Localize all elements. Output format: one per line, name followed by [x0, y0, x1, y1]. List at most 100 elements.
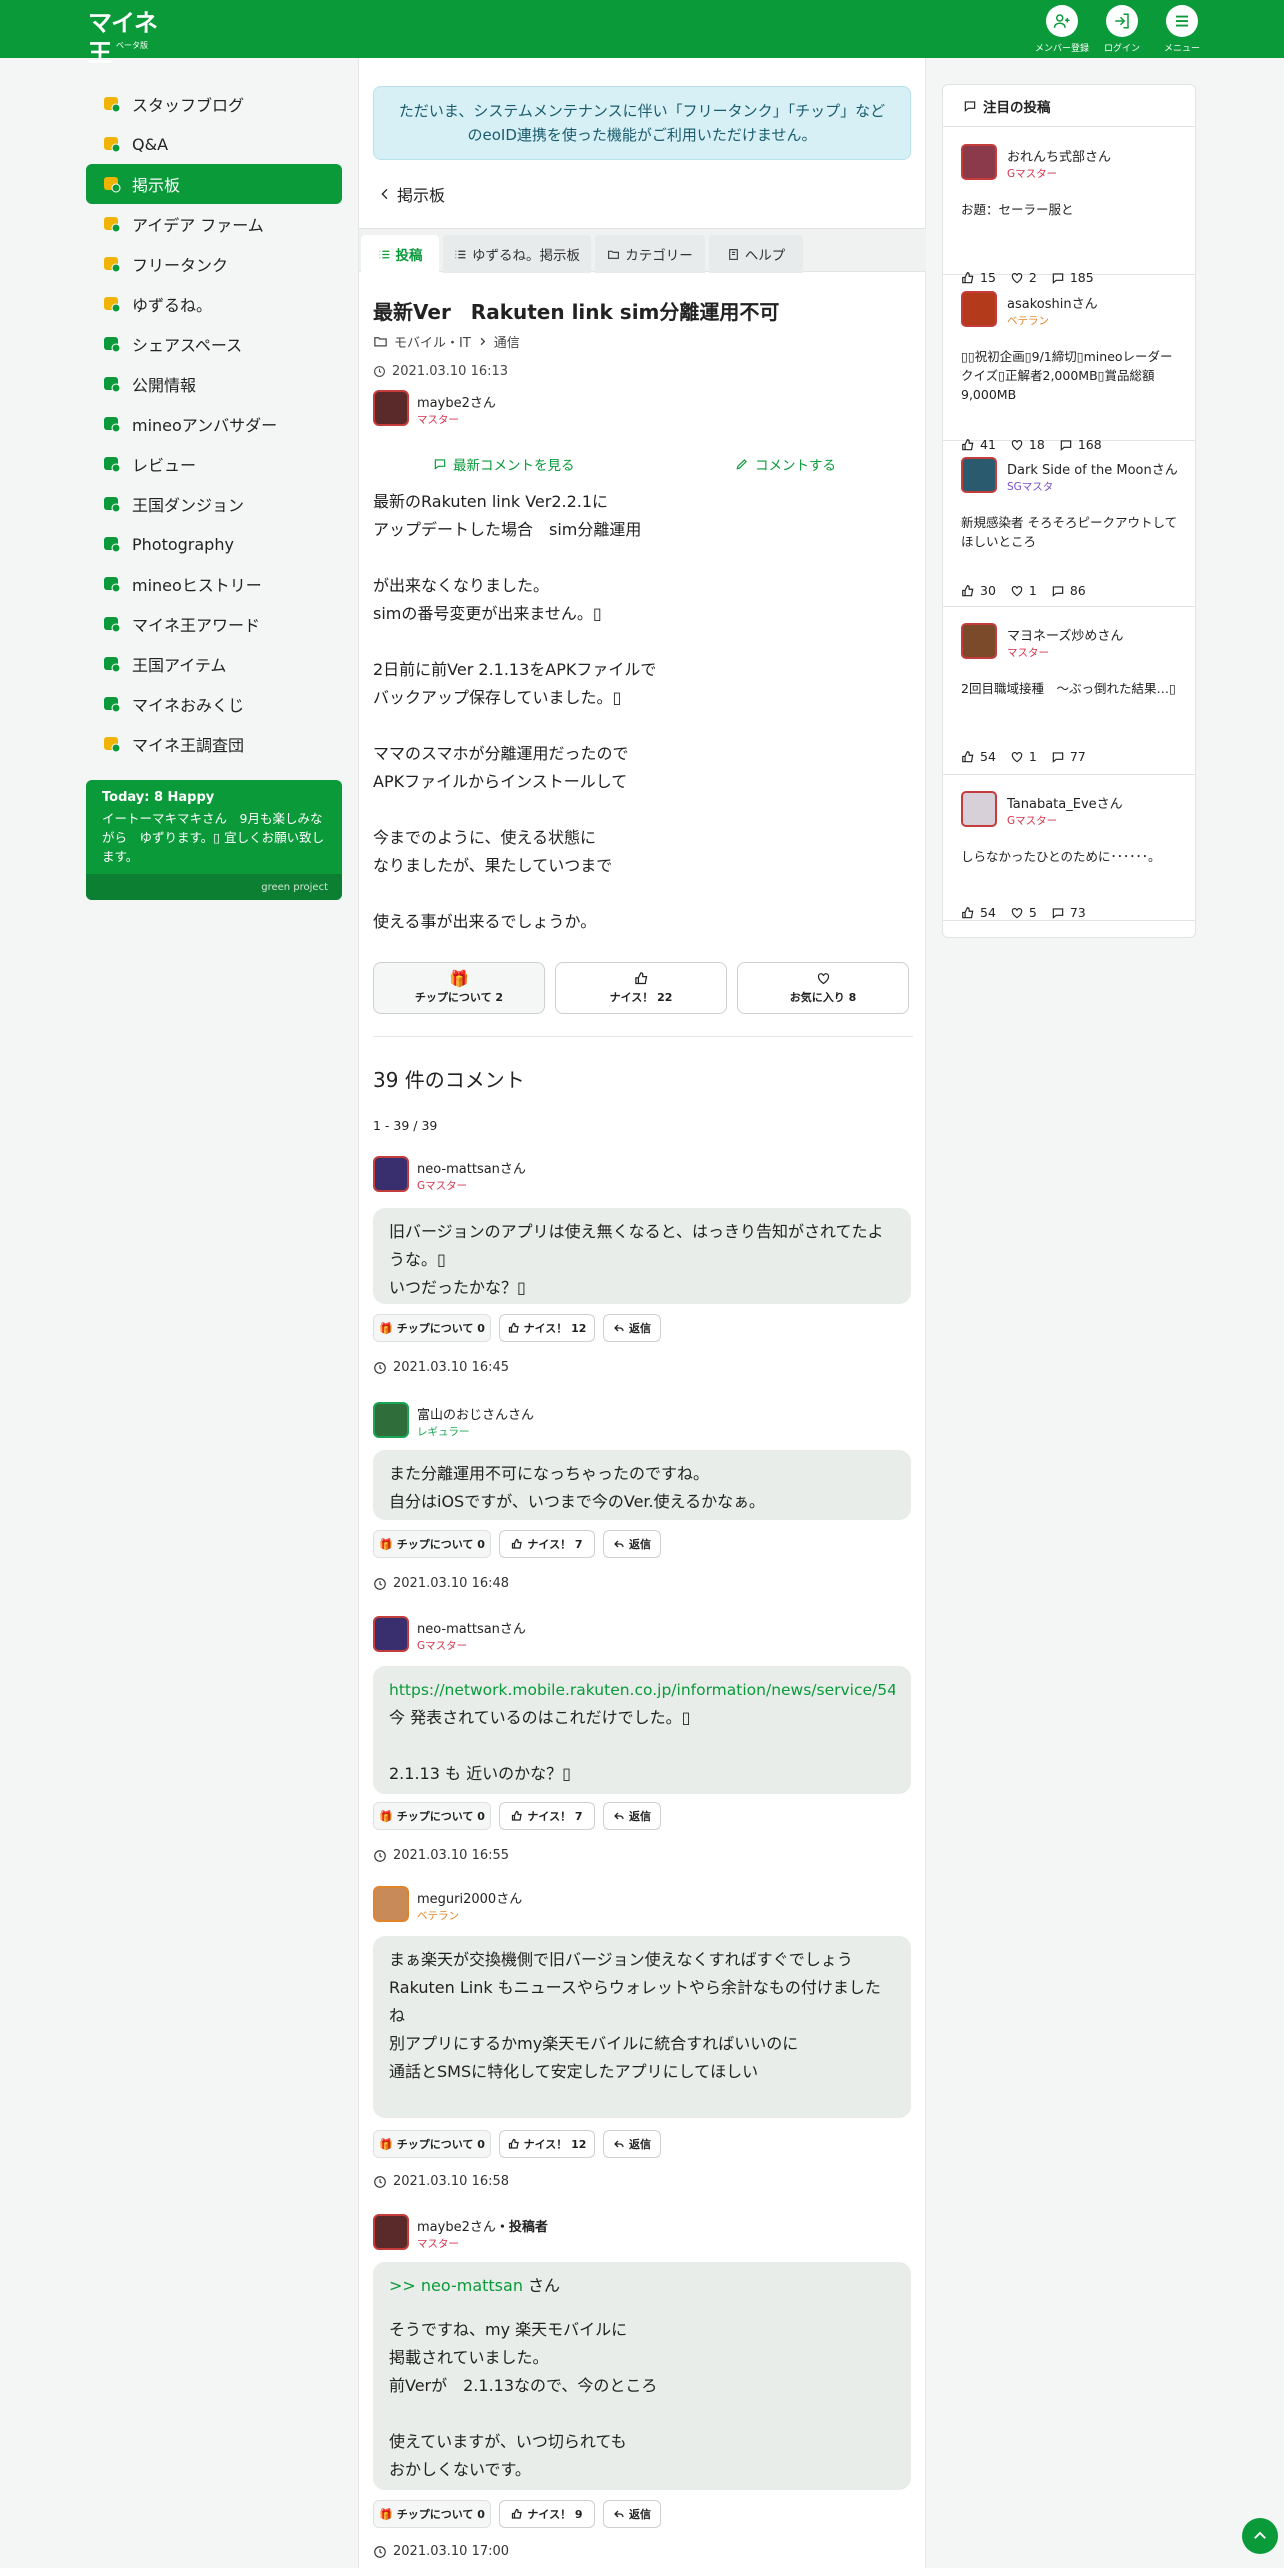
sidebar-item[interactable]: mineoヒストリー	[86, 564, 342, 604]
reply-button[interactable]: 返信	[603, 1314, 661, 1342]
tip-button[interactable]: 🎁 チップについて 0	[373, 1314, 491, 1342]
comment-date: 2021.03.10 16:58	[373, 2174, 509, 2189]
subcategory-link[interactable]: 通信	[494, 332, 520, 351]
featured-post-title[interactable]: お題：セーラー服と	[961, 200, 1181, 219]
featured-author-name[interactable]: マヨネーズ炒めさん	[1007, 625, 1123, 644]
sidebar-item[interactable]: 王国アイテム	[86, 644, 342, 684]
featured-author-name[interactable]: Dark Side of the Moonさん	[1007, 459, 1178, 478]
avatar[interactable]	[961, 457, 997, 493]
signup-button[interactable]: メンバー登録	[1032, 5, 1092, 55]
tab-category[interactable]: カテゴリー	[595, 235, 705, 273]
featured-post[interactable]: マヨネーズ炒めさん マスター 2回目職域接種 ～ぶっ倒れた結果…▯ 54 1 77	[943, 607, 1195, 775]
featured-post[interactable]: おれんち式部さん Gマスター お題：セーラー服と 15 2 185	[943, 128, 1195, 285]
tip-button[interactable]: 🎁 チップについて 0	[373, 2130, 491, 2158]
reply-button[interactable]: 返信	[603, 2130, 661, 2158]
site-logo[interactable]: マイネ王 ベータ版	[88, 8, 174, 67]
post-author-name[interactable]: maybe2さん	[417, 392, 496, 411]
dungeon-icon	[102, 494, 122, 514]
write-comment-link[interactable]: コメントする	[735, 454, 836, 474]
tab-yuzurune-board[interactable]: ゆずるね。掲示板	[443, 235, 591, 273]
sidebar-item[interactable]: Photography	[86, 524, 342, 564]
category-link[interactable]: モバイル・IT	[394, 332, 471, 351]
reply-button[interactable]: 返信	[603, 2500, 661, 2528]
sidebar-item[interactable]: レビュー	[86, 444, 342, 484]
sidebar-item[interactable]: シェアスペース	[86, 324, 342, 364]
thumbs-up-icon	[508, 2138, 519, 2149]
tip-button[interactable]: 🎁 チップについて 0	[373, 1530, 491, 1558]
comment-text: また分離運用不可になっちゃったのですね。 自分はiOSですが、いつまで今のVer…	[389, 1464, 765, 1511]
sidebar-item-label: Photography	[132, 534, 234, 554]
avatar[interactable]	[373, 1156, 409, 1192]
tip-button[interactable]: 🎁 チップについて 0	[373, 2500, 491, 2528]
favorite-button[interactable]: お気に入り 8	[737, 962, 909, 1014]
avatar[interactable]	[373, 390, 409, 426]
tip-button[interactable]: 🎁 チップについて 0	[373, 1802, 491, 1830]
featured-post-title[interactable]: ▯▯祝初企画▯9/1締切▯mineoレーダークイズ▯正解者2,000MB▯賞品総…	[961, 347, 1181, 404]
comment-author-name[interactable]: 富山のおじさんさん	[417, 1404, 534, 1423]
nice-button[interactable]: ナイス！ 7	[499, 1802, 595, 1830]
sidebar-item[interactable]: マイネおみくじ	[86, 684, 342, 724]
comment-author-name[interactable]: neo-mattsanさん	[417, 1618, 526, 1637]
comment-count: 86	[1069, 583, 1086, 598]
back-link[interactable]: 掲示板	[377, 182, 445, 206]
featured-post-title[interactable]: 2回目職域接種 ～ぶっ倒れた結果…▯	[961, 679, 1181, 698]
sidebar-item[interactable]: 掲示板	[86, 164, 342, 204]
featured-post[interactable]: asakoshinさんベテラン ▯▯祝初企画▯9/1締切▯mineoレーダークイズ…	[943, 275, 1195, 452]
avatar[interactable]	[373, 1616, 409, 1652]
avatar[interactable]	[961, 144, 997, 180]
sidebar-item[interactable]: Q&A	[86, 124, 342, 164]
external-link[interactable]: https://network.mobile.rakuten.co.jp/inf…	[389, 1676, 895, 1704]
comment-author-name[interactable]: neo-mattsanさん	[417, 1158, 526, 1177]
mention[interactable]: >> neo-mattsan さん	[389, 2272, 895, 2300]
sidebar-item-label: マイネ王アワード	[132, 616, 261, 635]
nice-button[interactable]: ナイス！ 12	[499, 2130, 595, 2158]
comment-author-name[interactable]: maybe2さん・投稿者	[417, 2216, 548, 2235]
featured-author-name[interactable]: asakoshinさん	[1007, 293, 1098, 312]
featured-post[interactable]: Dark Side of the Moonさん SGマスタ 新規感染者 そろそろピー…	[943, 441, 1195, 607]
avatar[interactable]	[961, 291, 997, 327]
comment-author-name[interactable]: meguri2000さん	[417, 1888, 522, 1907]
tip-button[interactable]: 🎁 チップについて 2	[373, 962, 545, 1014]
avatar[interactable]	[373, 1402, 409, 1438]
sidebar-item[interactable]: アイデア ファーム	[86, 204, 342, 244]
sidebar-item[interactable]: mineoアンバサダー	[86, 404, 342, 444]
tab-posts[interactable]: 投稿	[361, 235, 439, 273]
tab-help[interactable]: ヘルプ	[709, 235, 803, 273]
featured-post-title[interactable]: しらなかったひとのために･･････。	[961, 847, 1181, 866]
sidebar-item[interactable]: 王国ダンジョン	[86, 484, 342, 524]
nice-button[interactable]: ナイス！ 7	[499, 1530, 595, 1558]
nice-button[interactable]: ナイス！ 9	[499, 2500, 595, 2528]
featured-author-rank: ベテラン	[1007, 315, 1049, 327]
avatar[interactable]	[961, 791, 997, 827]
avatar[interactable]	[373, 2214, 409, 2250]
sidebar-item-label: ゆずるね。	[132, 296, 213, 315]
reply-button[interactable]: 返信	[603, 1530, 661, 1558]
nice-button[interactable]: ナイス！ 22	[555, 962, 727, 1014]
comment-bubble: また分離運用不可になっちゃったのですね。 自分はiOSですが、いつまで今のVer…	[373, 1450, 911, 1520]
sidebar-item[interactable]: マイネ王アワード	[86, 604, 342, 644]
sidebar-item[interactable]: スタッフブログ	[86, 84, 342, 124]
nice-button[interactable]: ナイス！ 12	[499, 1314, 595, 1342]
scroll-to-top-button[interactable]	[1242, 2518, 1278, 2554]
avatar[interactable]	[961, 623, 997, 659]
sidebar-item[interactable]: ゆずるね。	[86, 284, 342, 324]
featured-author-name[interactable]: Tanabata_Eveさん	[1007, 793, 1123, 812]
chevron-left-icon	[381, 188, 388, 200]
sidebar-item[interactable]: フリータンク	[86, 244, 342, 284]
avatar[interactable]	[373, 1886, 409, 1922]
thumbs-up-icon	[962, 750, 974, 762]
sidebar-item[interactable]: マイネ王調査団	[86, 724, 342, 764]
featured-post-title[interactable]: 新規感染者 そろそろピークアウトしてほしいところ	[961, 513, 1181, 551]
sidebar-item-label: mineoアンバサダー	[132, 416, 278, 435]
featured-post[interactable]: Tanabata_Eveさん Gマスター しらなかったひとのために･･････。 54…	[943, 775, 1195, 921]
reply-button[interactable]: 返信	[603, 1802, 661, 1830]
mention-link[interactable]: >> neo-mattsan	[389, 2276, 523, 2295]
today-happy-card[interactable]: Today: 8 Happy イートーマキマキさん 9月も楽しみながら ゆずりま…	[86, 780, 342, 900]
latest-comment-link[interactable]: 最新コメントを見る	[433, 454, 575, 474]
sidebar-item[interactable]: 公開情報	[86, 364, 342, 404]
featured-author-name[interactable]: おれんち式部さん	[1007, 146, 1111, 165]
login-button[interactable]: ログイン	[1092, 5, 1152, 55]
comment-author-text: neo-mattsanさん	[417, 1622, 526, 1637]
menu-button[interactable]: メニュー	[1152, 5, 1212, 55]
tab-help-label: ヘルプ	[744, 248, 786, 264]
